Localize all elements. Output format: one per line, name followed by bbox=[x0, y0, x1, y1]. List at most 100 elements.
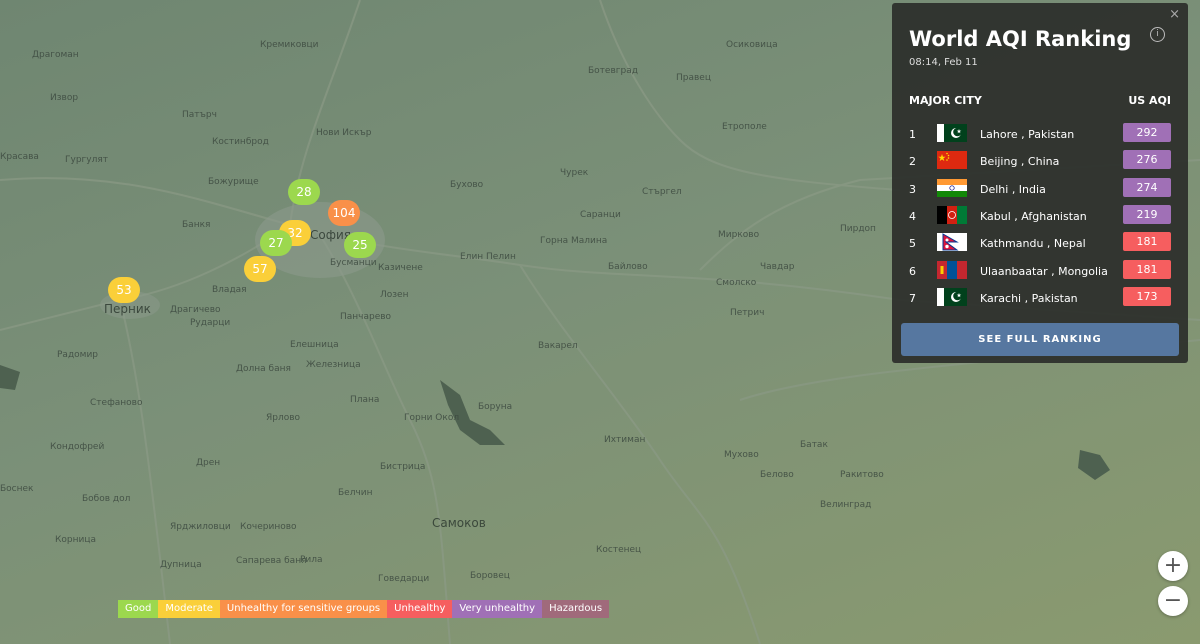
aqi-marker[interactable]: 53 bbox=[108, 277, 140, 303]
legend-item: Unhealthy for sensitive groups bbox=[219, 600, 388, 618]
city-name: Ulaanbaatar , Mongolia bbox=[980, 264, 1108, 278]
ranking-row[interactable]: 5 Kathmandu , Nepal 181 bbox=[909, 230, 1171, 257]
aqi-marker[interactable]: 27 bbox=[260, 230, 292, 256]
aqi-marker[interactable]: 25 bbox=[344, 232, 376, 258]
ranking-row[interactable]: 7 Karachi , Pakistan 173 bbox=[909, 285, 1171, 312]
place-label: Извор bbox=[50, 93, 79, 103]
header-major-city: MAJOR CITY bbox=[909, 94, 982, 107]
place-label: Кочериново bbox=[240, 522, 297, 532]
place-label: Корница bbox=[55, 535, 96, 545]
aqi-marker[interactable]: 28 bbox=[288, 179, 320, 205]
place-label: Костенец bbox=[596, 545, 642, 555]
panel-title: World AQI Ranking bbox=[909, 27, 1132, 51]
place-label: Петрич bbox=[730, 308, 765, 318]
place-label: Владая bbox=[212, 285, 247, 295]
info-icon[interactable]: i bbox=[1150, 27, 1165, 42]
place-label: Мирково bbox=[718, 230, 760, 240]
see-full-ranking-button[interactable]: SEE FULL RANKING bbox=[901, 323, 1179, 356]
flag-np-icon bbox=[937, 233, 967, 252]
place-label: Бусманци bbox=[330, 258, 377, 268]
city-name: Beijing , China bbox=[980, 155, 1060, 169]
place-label: Костинброд bbox=[212, 137, 269, 147]
timestamp: 08:14, Feb 11 bbox=[909, 57, 978, 68]
place-label: Нови Искър bbox=[316, 128, 372, 138]
place-label: Железница bbox=[306, 360, 361, 370]
legend-item: Unhealthy bbox=[387, 600, 453, 618]
rank-number: 1 bbox=[909, 128, 916, 141]
place-label: Белово bbox=[760, 470, 794, 480]
place-label: Панчарево bbox=[340, 312, 392, 322]
rank-number: 4 bbox=[909, 209, 916, 223]
place-label: Правец bbox=[676, 73, 711, 83]
place-label: Горна Малина bbox=[540, 236, 608, 246]
zoom-in-button[interactable]: + bbox=[1158, 551, 1188, 581]
ranking-row[interactable]: 3 Delhi , India 274 bbox=[909, 176, 1171, 203]
place-label: Самоков bbox=[432, 516, 486, 530]
city-name: Kabul , Afghanistan bbox=[980, 209, 1087, 223]
aqi-value-badge: 274 bbox=[1123, 177, 1171, 197]
place-label: Велинград bbox=[820, 500, 872, 510]
rank-number: 2 bbox=[909, 155, 916, 169]
place-label: Плана bbox=[350, 395, 380, 405]
flag-pk-icon bbox=[937, 287, 967, 306]
city-name: Delhi , India bbox=[980, 182, 1046, 196]
place-label: Стефаново bbox=[90, 398, 143, 408]
place-label: Бухово bbox=[450, 180, 484, 190]
ranking-row[interactable]: 6 Ulaanbaatar , Mongolia 181 bbox=[909, 258, 1171, 285]
city-name: Kathmandu , Nepal bbox=[980, 237, 1086, 251]
flag-af-icon bbox=[937, 205, 967, 224]
aqi-legend: Good Moderate Unhealthy for sensitive grou… bbox=[118, 600, 610, 618]
flag-cn-icon bbox=[937, 151, 967, 170]
aqi-value-badge: 219 bbox=[1123, 204, 1171, 224]
place-label: Мухово bbox=[724, 450, 759, 460]
place-label: Осиковица bbox=[726, 40, 778, 50]
place-label: Ярлово bbox=[266, 413, 301, 423]
rank-number: 6 bbox=[909, 264, 916, 278]
place-label: Ихтиман bbox=[604, 435, 646, 445]
place-label: Рила bbox=[300, 555, 323, 565]
place-label: Красава bbox=[0, 152, 39, 162]
place-label: Лозен bbox=[380, 290, 409, 300]
place-label: Гургулят bbox=[65, 155, 108, 165]
aqi-value-badge: 181 bbox=[1123, 259, 1171, 279]
place-label: Ракитово bbox=[840, 470, 884, 480]
ranking-row[interactable]: 4 Kabul , Afghanistan 219 bbox=[909, 203, 1171, 230]
flag-in-icon bbox=[937, 178, 967, 197]
place-label: Вакарел bbox=[538, 341, 578, 351]
ranking-row[interactable]: 2 Beijing , China 276 bbox=[909, 148, 1171, 175]
ranking-panel: × World AQI Ranking i 08:14, Feb 11 MAJO… bbox=[892, 3, 1188, 363]
place-label: Елешница bbox=[290, 340, 339, 350]
aqi-marker[interactable]: 57 bbox=[244, 256, 276, 282]
aqi-value-badge: 181 bbox=[1123, 232, 1171, 252]
place-label: Перник bbox=[104, 302, 151, 316]
ranking-row[interactable]: 1 Lahore , Pakistan 292 bbox=[909, 121, 1171, 148]
place-label: Ботевград bbox=[588, 66, 638, 76]
place-label: Дупница bbox=[160, 560, 202, 570]
place-label: Батак bbox=[800, 440, 828, 450]
legend-item: Moderate bbox=[158, 600, 220, 618]
legend-item: Good bbox=[118, 600, 159, 618]
place-label: Саранци bbox=[580, 210, 621, 220]
aqi-marker[interactable]: 104 bbox=[328, 200, 360, 226]
rank-number: 5 bbox=[909, 237, 916, 251]
place-label: Чурек bbox=[560, 168, 589, 178]
aqi-value-badge: 292 bbox=[1123, 123, 1171, 142]
place-label: Патърч bbox=[182, 110, 217, 120]
place-label: Боруна bbox=[478, 402, 513, 412]
place-label: Драгоман bbox=[32, 50, 79, 60]
place-label: Пирдоп bbox=[840, 224, 876, 234]
rank-number: 7 bbox=[909, 291, 916, 305]
close-icon[interactable]: × bbox=[1169, 7, 1180, 22]
place-label: Казичене bbox=[378, 263, 423, 273]
place-label: Стъргел bbox=[642, 187, 682, 197]
place-label: Байлово bbox=[608, 262, 648, 272]
place-label: Рударци bbox=[190, 318, 231, 328]
place-label: Горни Окол bbox=[404, 413, 460, 423]
aqi-value-badge: 173 bbox=[1123, 286, 1171, 306]
zoom-out-button[interactable]: − bbox=[1158, 586, 1188, 616]
place-label: Сапарева баня bbox=[236, 556, 307, 566]
place-label: Божурище bbox=[208, 177, 259, 187]
aqi-value-badge: 276 bbox=[1123, 150, 1171, 170]
header-us-aqi: US AQI bbox=[1128, 94, 1171, 107]
place-label: Говедарци bbox=[378, 574, 430, 584]
